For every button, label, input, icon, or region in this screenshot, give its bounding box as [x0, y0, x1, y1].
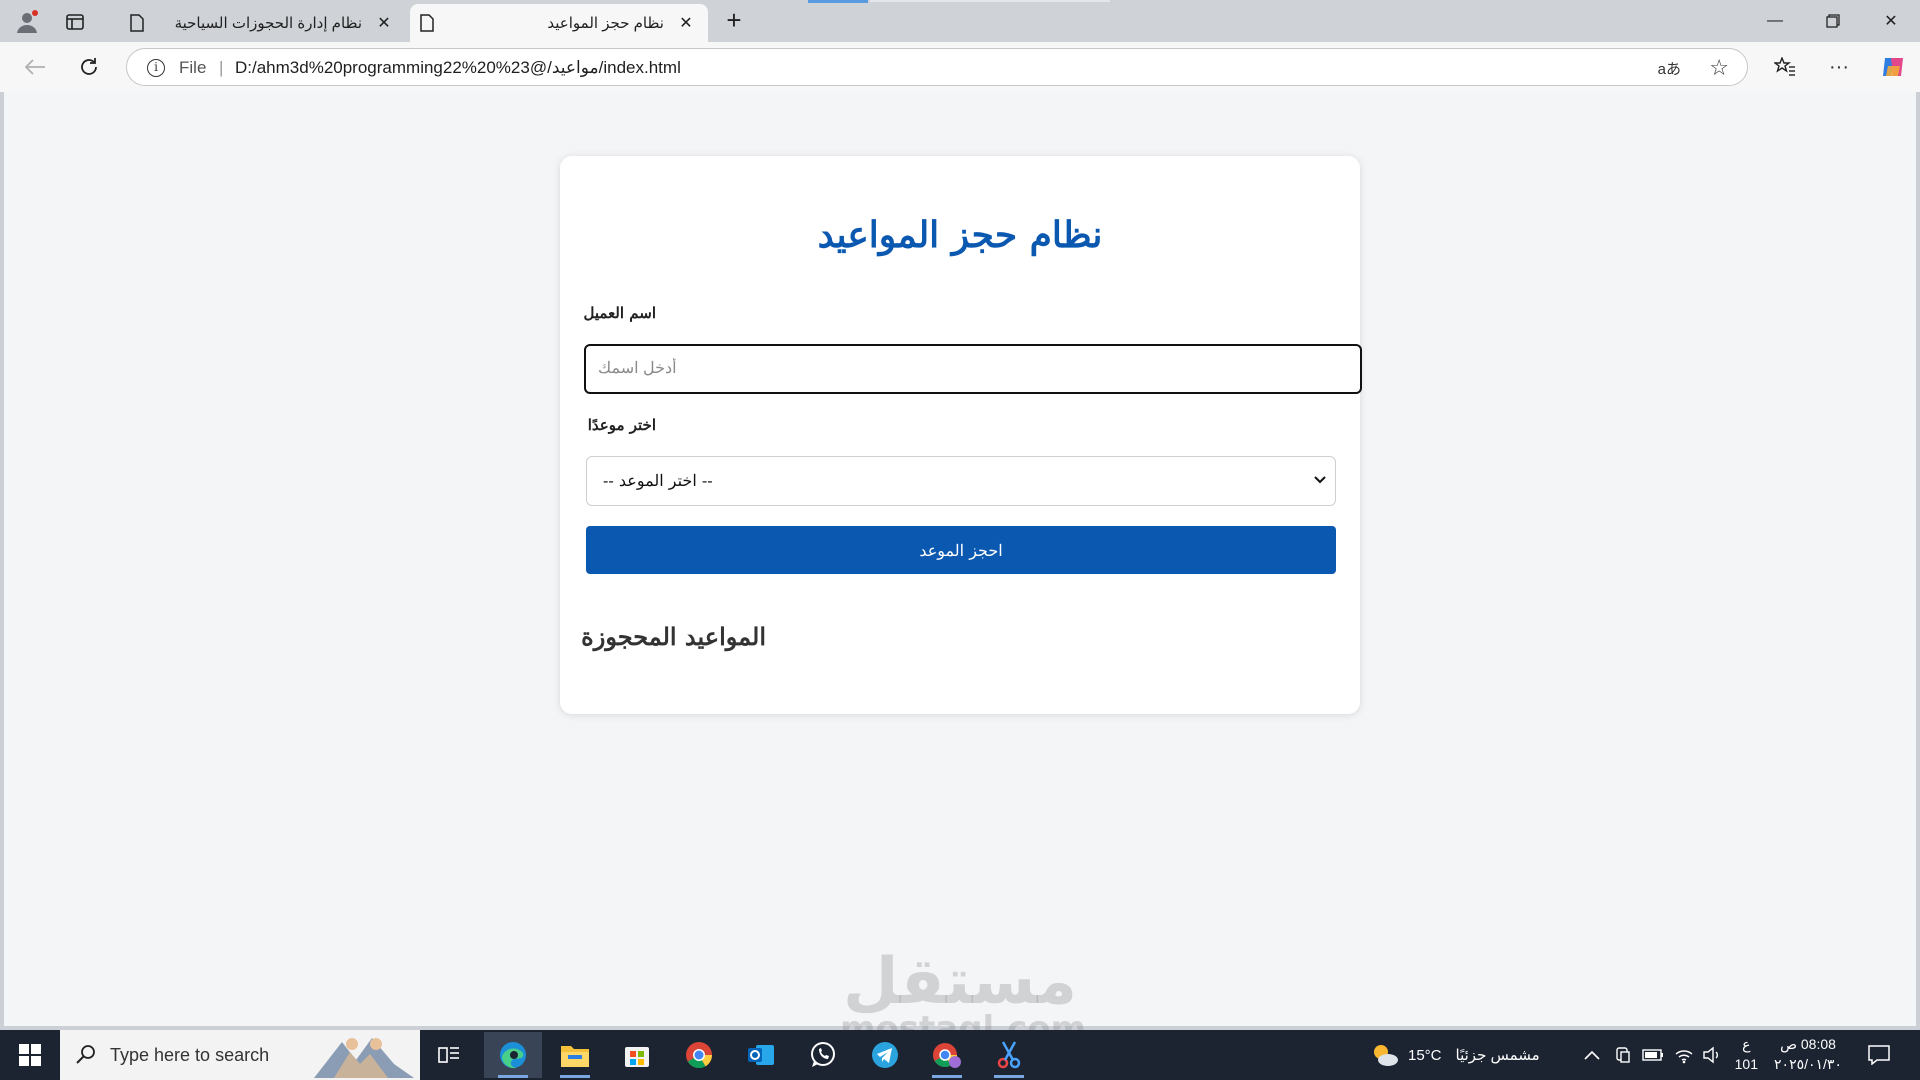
meet-icon[interactable] [1614, 1030, 1632, 1080]
info-icon[interactable]: i [147, 59, 165, 77]
restore-icon[interactable] [1810, 6, 1856, 36]
profile-icon[interactable] [14, 9, 40, 35]
browser-titlebar: نظام إدارة الحجوزات السياحية ✕ نظام حجز … [0, 0, 1920, 42]
address-bar[interactable]: i File | D:/ahm3d%20programming22%20%23@… [126, 48, 1748, 86]
appointment-select-value: -- اختر الموعد -- [603, 471, 713, 490]
close-icon[interactable]: ✕ [676, 13, 696, 33]
minimize-icon[interactable]: — [1752, 6, 1798, 36]
volume-icon[interactable] [1702, 1030, 1722, 1080]
booked-appointments-heading: المواعيد المحجوزة [581, 622, 766, 651]
browser-toolbar: i File | D:/ahm3d%20programming22%20%23@… [0, 42, 1920, 92]
weather-widget[interactable]: 15°C مشمس جزئيًا [1370, 1030, 1540, 1080]
back-icon[interactable] [20, 52, 50, 82]
clock-date: ٢٠٢٥/٠١/٣٠ [1774, 1056, 1842, 1072]
chrome-icon[interactable] [670, 1032, 728, 1078]
favorite-star-icon[interactable]: ☆ [1709, 55, 1729, 81]
tab-title: نظام حجز المواعيد [547, 15, 664, 32]
search-highlight-icon [314, 1038, 414, 1078]
booking-card: نظام حجز المواعيد اسم العميل اختر موعدًا… [560, 156, 1362, 714]
tab-drag-track [870, 0, 1110, 2]
running-indicator [994, 1075, 1024, 1078]
tab-title: نظام إدارة الحجوزات السياحية [174, 15, 362, 32]
customer-name-label: اسم العميل [583, 304, 656, 322]
outlook-icon[interactable] [732, 1032, 790, 1078]
windows-taskbar: Type here to search 15°C مشمس جزئيًا ع 1… [0, 1030, 1920, 1080]
file-explorer-icon[interactable] [546, 1032, 604, 1078]
input-language[interactable]: ع 101 [1735, 1034, 1758, 1074]
refresh-icon[interactable] [74, 52, 104, 82]
windows-start-icon[interactable] [0, 1030, 60, 1080]
lang-line2: 101 [1734, 1056, 1758, 1072]
customer-name-input[interactable] [584, 344, 1362, 394]
running-indicator [498, 1075, 528, 1078]
clock-time: 08:08 ص [1780, 1036, 1836, 1052]
edge-icon[interactable] [484, 1032, 542, 1078]
page-icon [130, 14, 146, 32]
notifications-icon[interactable] [1868, 1030, 1890, 1080]
window-close-icon[interactable]: ✕ [1868, 6, 1914, 36]
url-text[interactable]: D:/ahm3d%20programming22%20%23@/مواعيد/i… [235, 58, 681, 78]
taskbar-search[interactable]: Type here to search [60, 1030, 420, 1080]
weather-desc: مشمس جزئيًا [1455, 1047, 1540, 1064]
scheme-label: File [179, 58, 207, 77]
tray-chevron-icon[interactable] [1584, 1030, 1600, 1080]
taskbar-clock[interactable]: 08:08 ص ٢٠٢٥/٠١/٣٠ [1768, 1034, 1848, 1074]
chrome-profile-icon[interactable] [918, 1032, 976, 1078]
task-view-icon[interactable] [420, 1032, 478, 1078]
lang-line1: ع [1742, 1036, 1751, 1052]
search-placeholder: Type here to search [110, 1045, 270, 1065]
weather-temp: 15°C [1408, 1046, 1442, 1064]
tab-appointments[interactable]: نظام حجز المواعيد ✕ [410, 4, 708, 42]
page-title: نظام حجز المواعيد [817, 214, 1103, 256]
partly-sunny-icon [1374, 1045, 1398, 1066]
address-separator: | [219, 58, 224, 77]
running-indicator [932, 1075, 962, 1078]
tab-drag-indicator [808, 0, 868, 3]
workspaces-icon[interactable] [62, 9, 88, 35]
microsoft-store-icon[interactable] [608, 1032, 666, 1078]
add-icon[interactable]: + [720, 7, 748, 35]
snipping-tool-icon[interactable] [980, 1032, 1038, 1078]
whatsapp-icon[interactable] [794, 1032, 852, 1078]
wifi-icon[interactable] [1674, 1030, 1694, 1080]
running-indicator [560, 1075, 590, 1078]
appointment-label: اختر موعدًا [587, 416, 656, 434]
telegram-icon[interactable] [856, 1032, 914, 1078]
page-viewport: نظام حجز المواعيد اسم العميل اختر موعدًا… [4, 92, 1916, 1026]
page-icon [420, 14, 436, 32]
read-aloud-icon[interactable]: aあ [1658, 58, 1681, 79]
book-appointment-button[interactable]: احجز الموعد [586, 526, 1336, 574]
copilot-icon[interactable] [1878, 52, 1908, 82]
appointment-select[interactable]: -- اختر الموعد -- [586, 456, 1336, 506]
battery-icon[interactable] [1642, 1030, 1664, 1080]
chevron-down-icon [1309, 469, 1331, 491]
close-icon[interactable]: ✕ [374, 13, 394, 33]
favorites-icon[interactable] [1770, 52, 1800, 82]
search-icon [76, 1044, 98, 1066]
tab-tourism-bookings[interactable]: نظام إدارة الحجوزات السياحية ✕ [120, 4, 406, 42]
more-icon[interactable]: ··· [1824, 52, 1854, 82]
